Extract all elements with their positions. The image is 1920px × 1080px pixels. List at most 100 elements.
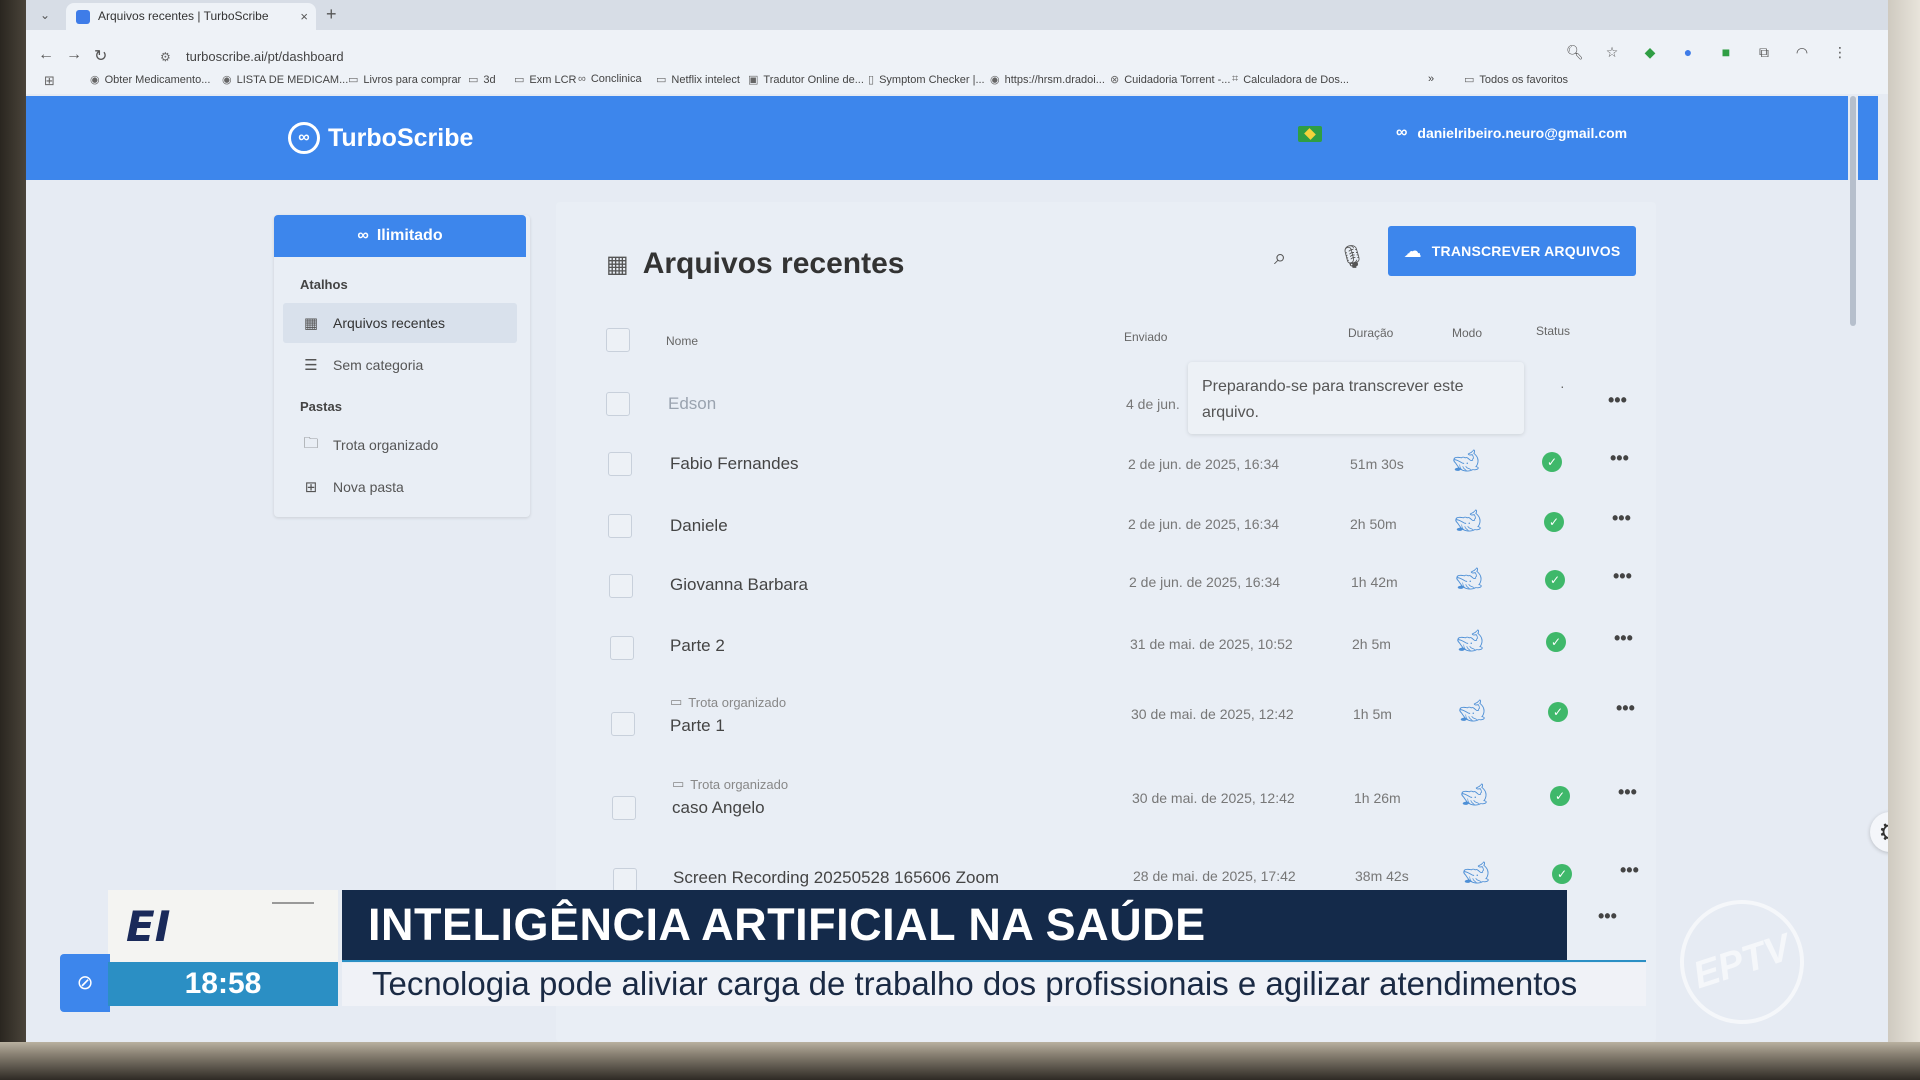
row-checkbox[interactable] [608, 514, 632, 538]
grid-icon: ▦ [303, 315, 319, 332]
sidebar-item-recent-files[interactable]: ▦ Arquivos recentes [283, 303, 517, 343]
browser-tabstrip: ⌄ Arquivos recentes | TurboScribe × + [26, 0, 1888, 30]
file-name[interactable]: Parte 1 [670, 716, 725, 736]
row-checkbox[interactable] [613, 868, 637, 892]
select-all-checkbox[interactable] [606, 328, 630, 352]
folder-icon: ▭ [670, 694, 683, 709]
browser-menu-icon[interactable]: ⋮ [1832, 44, 1848, 60]
bookmark-item[interactable]: ▭ Netflix intelect [656, 73, 740, 87]
file-name[interactable]: Daniele [670, 516, 728, 536]
bookmarks-overflow-button[interactable]: » [1428, 73, 1434, 85]
column-header-status[interactable]: Status [1536, 324, 1570, 338]
table-row[interactable]: Giovanna Barbara 2 de jun. de 2025, 16:3… [556, 562, 1656, 622]
folder-icon: 🗀︎ [303, 434, 319, 452]
file-name[interactable]: Edson [668, 394, 716, 414]
row-more-button[interactable]: ••• [1612, 508, 1631, 529]
bookmark-item[interactable]: ◉ Obter Medicamento... [90, 73, 210, 87]
user-account-menu[interactable]: ∞ danielribeiro.neuro@gmail.com [1396, 124, 1627, 142]
page-scrollbar[interactable] [1848, 96, 1858, 1042]
bookmark-item[interactable]: ▭ 3d [468, 73, 496, 87]
reload-icon[interactable]: ↻ [94, 46, 107, 66]
zoom-icon[interactable]: 🔍︎ [1566, 44, 1584, 60]
bookmark-item[interactable]: ▯ Symptom Checker |... [868, 73, 985, 87]
sidebar-item-new-folder[interactable]: ⊞ Nova pasta [283, 467, 517, 507]
table-row[interactable]: ▭ Trota organizado caso Angelo 30 de mai.… [556, 772, 1656, 844]
row-checkbox[interactable] [612, 796, 636, 820]
table-row[interactable]: Fabio Fernandes 2 de jun. de 2025, 16:34… [556, 442, 1656, 502]
tab-title: Arquivos recentes | TurboScribe [98, 9, 269, 23]
cloud-upload-icon: ☁ [1403, 240, 1422, 261]
bookmark-item[interactable]: ▭ Livros para comprar [348, 73, 461, 87]
transcribe-files-button[interactable]: ☁ TRANSCREVER ARQUIVOS [1388, 226, 1636, 276]
back-arrow-icon[interactable]: ← [38, 46, 54, 64]
row-more-button[interactable]: ••• [1598, 906, 1617, 927]
gear-icon[interactable]: ⚙ [1870, 812, 1888, 852]
new-tab-button[interactable]: + [326, 4, 337, 25]
column-header-mode[interactable]: Modo [1452, 326, 1482, 340]
sidebar-item-folder[interactable]: 🗀︎ Trota organizado [283, 425, 517, 465]
file-duration: 2h 5m [1352, 636, 1391, 652]
row-checkbox[interactable] [611, 712, 635, 736]
plan-button[interactable]: ∞ Ilimitado [274, 215, 526, 257]
forward-arrow-icon[interactable]: → [66, 46, 82, 64]
bookmark-item[interactable]: ◉ LISTA DE MEDICAM... [222, 73, 348, 87]
row-more-button[interactable]: ••• [1608, 390, 1627, 411]
row-checkbox[interactable] [609, 574, 633, 598]
row-more-button[interactable]: ••• [1618, 782, 1637, 803]
brazil-flag-icon[interactable] [1298, 126, 1322, 142]
sidebar-item-label: Nova pasta [333, 479, 404, 495]
row-checkbox[interactable] [608, 452, 632, 476]
tab-close-icon[interactable]: × [300, 3, 308, 30]
bookmark-item[interactable]: ▭ Exm LCR [514, 73, 576, 87]
microphone-icon[interactable]: 🎙︎ [1338, 244, 1366, 270]
site-info-icon[interactable]: ⚙ [160, 44, 171, 70]
table-row[interactable]: Parte 2 31 de mai. de 2025, 10:52 2h 5m … [556, 624, 1656, 684]
user-email: danielribeiro.neuro@gmail.com [1417, 125, 1628, 141]
file-name[interactable]: Giovanna Barbara [670, 575, 808, 595]
file-duration: 1h 5m [1353, 706, 1392, 722]
search-icon[interactable]: ⌕ [1274, 244, 1286, 270]
scrollbar-thumb[interactable] [1850, 96, 1856, 326]
row-more-button[interactable]: ••• [1620, 860, 1639, 881]
plan-label: Ilimitado [376, 227, 443, 244]
table-row[interactable]: ▭ Trota organizado Parte 1 30 de mai. de … [556, 690, 1656, 762]
bookmark-item[interactable]: ▣ Tradutor Online de... [748, 73, 864, 87]
bookmark-star-icon[interactable]: ☆ [1604, 44, 1620, 60]
tab-list-chevron-icon[interactable]: ⌄ [36, 6, 54, 24]
table-row[interactable]: Daniele 2 de jun. de 2025, 16:34 2h 50m … [556, 502, 1656, 562]
profile-icon[interactable]: ◠ [1794, 44, 1810, 60]
bookmark-item[interactable]: ⌗ Calculadora de Dos... [1232, 73, 1349, 86]
apps-grid-icon[interactable]: ⊞ [44, 73, 55, 89]
browser-tab-active[interactable]: Arquivos recentes | TurboScribe × [66, 3, 316, 30]
column-header-name[interactable]: Nome [666, 334, 698, 348]
globe-icon: ◉ [990, 74, 1000, 86]
row-checkbox[interactable] [610, 636, 634, 660]
turboscribe-logo[interactable]: ∞ TurboScribe [288, 122, 473, 154]
column-header-sent[interactable]: Enviado [1124, 330, 1167, 344]
address-bar[interactable]: ⚙ turboscribe.ai/pt/dashboard [154, 44, 1574, 70]
bookmark-item[interactable]: ⊗ Cuidadoria Torrent -... [1110, 73, 1230, 87]
row-more-button[interactable]: ••• [1616, 698, 1635, 719]
file-name[interactable]: Parte 2 [670, 636, 725, 656]
extension-blue-icon[interactable]: ● [1680, 44, 1696, 60]
extensions-puzzle-icon[interactable]: ⧉ [1756, 44, 1772, 60]
file-name[interactable]: Fabio Fernandes [670, 454, 799, 474]
column-header-duration[interactable]: Duração [1348, 326, 1393, 340]
row-more-button[interactable]: ••• [1614, 628, 1633, 649]
broadcast-logo-mark: EI [126, 902, 171, 951]
row-checkbox[interactable] [606, 392, 630, 416]
all-bookmarks-button[interactable]: ▭ Todos os favoritos [1464, 73, 1568, 87]
extension-green-icon[interactable]: ◆ [1642, 44, 1658, 60]
bookmark-item[interactable]: ◉ https://hrsm.dradoi... [990, 73, 1105, 87]
file-duration: 2h 50m [1350, 516, 1397, 532]
row-more-button[interactable]: ••• [1610, 448, 1629, 469]
file-name[interactable]: caso Angelo [672, 798, 765, 818]
row-more-button[interactable]: ••• [1613, 566, 1632, 587]
broadcast-logo-divider [272, 902, 314, 904]
bookmark-item[interactable]: ∞ Conclinica [578, 73, 642, 85]
extension-square-icon[interactable]: ■ [1718, 44, 1734, 60]
sidebar-item-uncategorized[interactable]: ☰ Sem categoria [283, 345, 517, 385]
file-duration: 1h 42m [1351, 574, 1398, 590]
file-date: 4 de jun. [1126, 396, 1180, 412]
file-name[interactable]: Screen Recording 20250528 165606 Zoom [673, 868, 999, 888]
